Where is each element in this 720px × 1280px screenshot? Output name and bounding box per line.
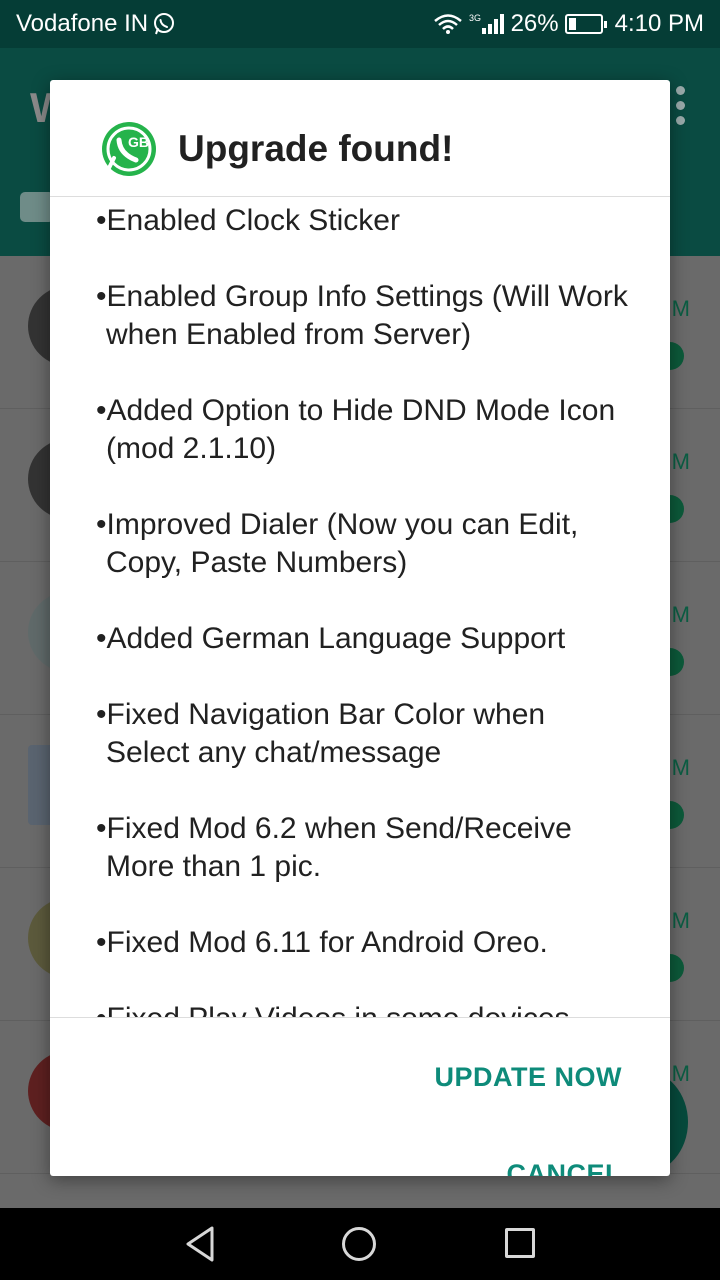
changelog-item: Improved Dialer (Now you can Edit, Copy,… xyxy=(96,506,636,582)
status-bar: Vodafone IN 3G 26% 4:10 PM xyxy=(0,0,720,48)
back-icon[interactable] xyxy=(184,1224,216,1264)
chat-time: M xyxy=(671,908,690,933)
svg-text:GB: GB xyxy=(128,134,149,150)
network-type: 3G xyxy=(469,13,481,23)
chat-time: M xyxy=(671,296,690,321)
dialog-title: Upgrade found! xyxy=(178,128,454,169)
battery-percent: 26% xyxy=(510,10,559,37)
overflow-menu-icon xyxy=(676,86,688,125)
dialog-header: GB Upgrade found! xyxy=(50,80,670,197)
carrier-name: Vodafone IN xyxy=(16,10,149,37)
changelog-item: Fixed Navigation Bar Color when Select a… xyxy=(96,696,636,772)
changelog-item: Enabled Clock Sticker xyxy=(96,202,636,240)
changelog-item: Added German Language Support xyxy=(96,620,636,658)
chat-time: M xyxy=(671,1061,690,1086)
navigation-bar xyxy=(0,1208,720,1280)
chat-time: M xyxy=(671,449,690,474)
changelog-item: Enabled Group Info Settings (Will Work w… xyxy=(96,278,636,354)
changelog-list: Enabled Clock Sticker Enabled Group Info… xyxy=(96,202,636,1017)
carrier: Vodafone IN xyxy=(16,10,176,38)
battery-icon xyxy=(564,14,607,34)
camera-icon xyxy=(20,192,54,222)
changelog-item: Added Option to Hide DND Mode Icon (mod … xyxy=(96,392,636,468)
wifi-icon xyxy=(433,14,462,34)
update-now-button[interactable]: UPDATE NOW xyxy=(435,1062,623,1093)
cancel-button[interactable]: CANCEL xyxy=(507,1159,623,1176)
signal-icon: 3G xyxy=(469,13,504,34)
battery-fill xyxy=(568,18,577,30)
gb-whatsapp-logo: GB xyxy=(102,122,156,176)
clock: 4:10 PM xyxy=(614,10,704,37)
home-icon[interactable] xyxy=(342,1227,376,1261)
changelog-scroll-area[interactable]: Enabled Clock Sticker Enabled Group Info… xyxy=(50,198,670,1018)
chat-time: M xyxy=(671,755,690,780)
status-icons: 3G 26% 4:10 PM xyxy=(433,10,704,38)
changelog-item: Fixed Mod 6.2 when Send/Receive More tha… xyxy=(96,810,636,886)
changelog-item: Fixed Play Videos in some devices xyxy=(96,1000,636,1017)
changelog-item: Fixed Mod 6.11 for Android Oreo. xyxy=(96,924,636,962)
whatsapp-icon xyxy=(154,13,175,35)
chat-time: M xyxy=(671,602,690,627)
dialog-actions: UPDATE NOW CANCEL xyxy=(50,1019,670,1176)
recents-icon[interactable] xyxy=(505,1228,535,1258)
upgrade-dialog: GB Upgrade found! Enabled Clock Sticker … xyxy=(50,80,670,1176)
